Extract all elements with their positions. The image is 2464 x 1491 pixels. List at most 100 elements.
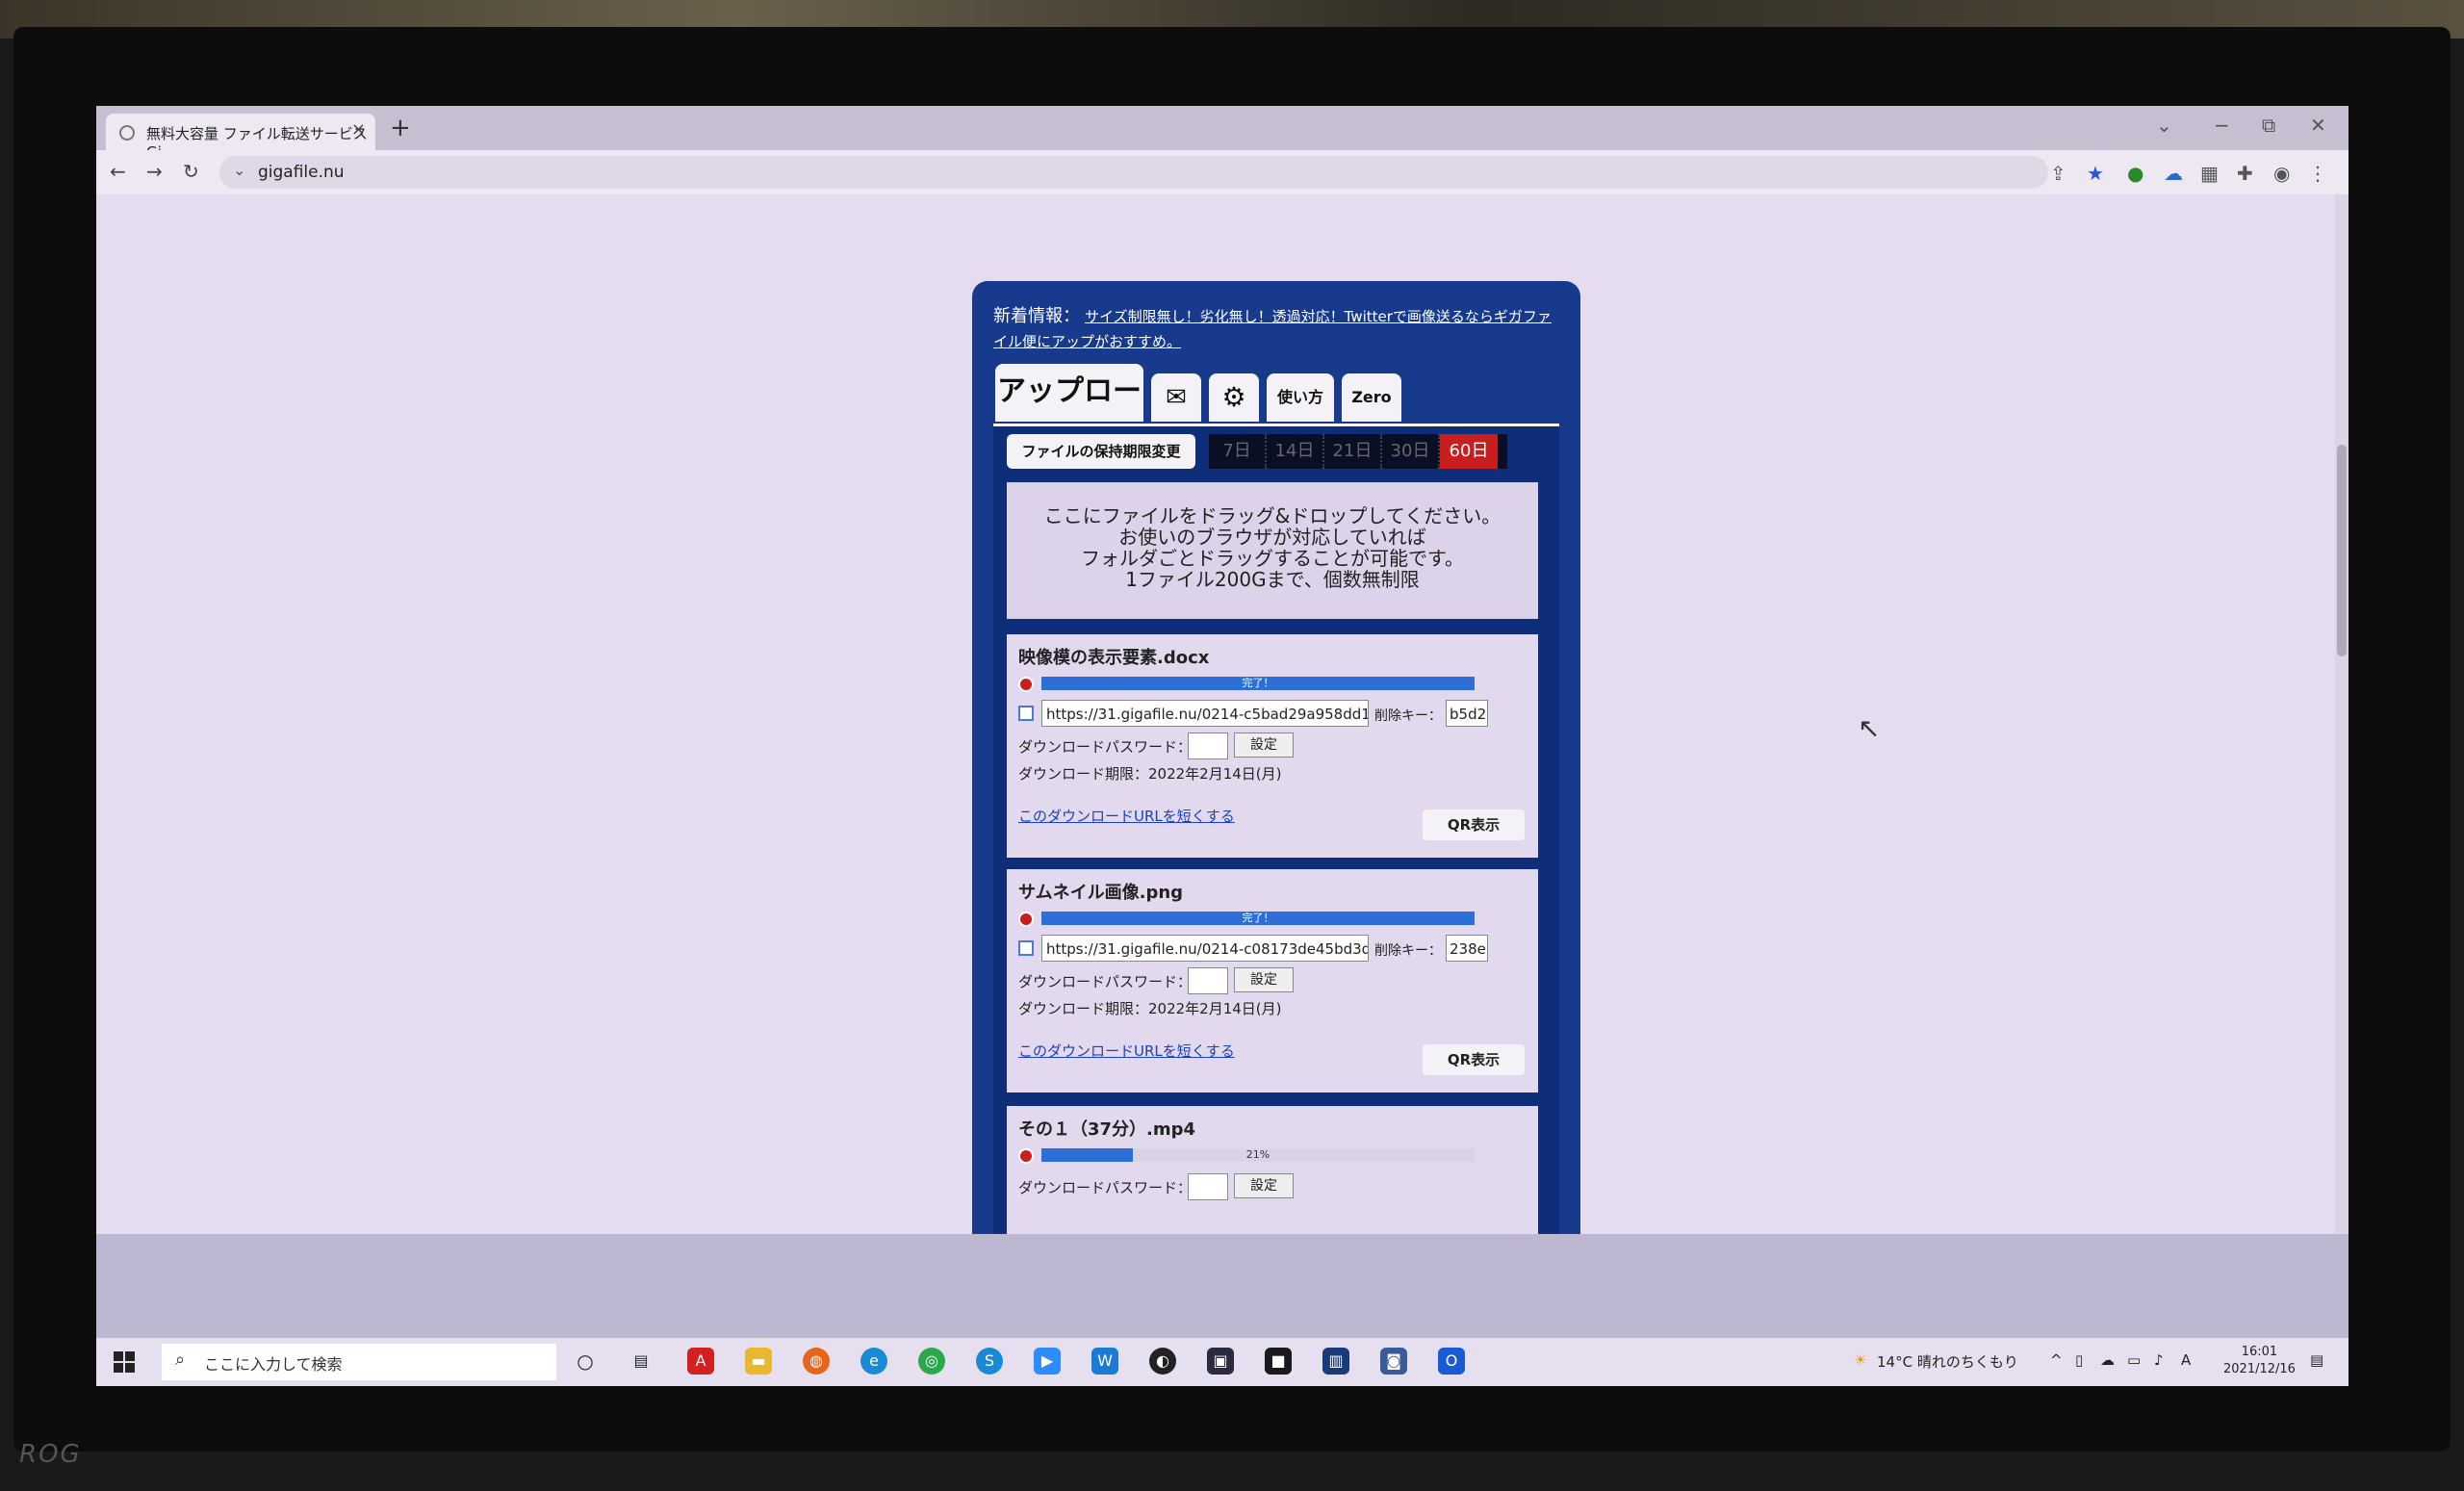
password-input[interactable] [1188, 967, 1228, 994]
terminal-icon[interactable]: ▣ [1207, 1348, 1234, 1375]
drop-zone[interactable]: ここにファイルをドラッグ&ドロップしてください。 お使いのブラウザが対応していれ… [1007, 482, 1538, 619]
weather-icon[interactable]: ☀ [1854, 1351, 1866, 1369]
windows-taskbar: ⌕ ここに入力して検索 ○ ▤ A ▬ ◍ e ◎ S ▶ W ◐ ▣ ■ ▥ … [96, 1338, 2348, 1386]
gear-icon[interactable]: ⚙ [1209, 373, 1259, 422]
notification-icon[interactable]: ▤ [2310, 1351, 2323, 1369]
extensions-puzzle-icon[interactable]: ✚ [2237, 162, 2253, 185]
obs-icon[interactable]: ◐ [1149, 1348, 1176, 1375]
firefox-icon[interactable]: ◍ [803, 1348, 830, 1375]
delete-key-field[interactable]: 238e [1446, 935, 1488, 962]
url-field[interactable]: ⌄ gigafile.nu [219, 156, 2048, 189]
day-option-30[interactable]: 30日 [1382, 434, 1440, 469]
copy-url-checkbox[interactable] [1018, 706, 1034, 721]
file-name: その１（37分）.mp4 [1018, 1119, 1196, 1140]
day-option-14[interactable]: 14日 [1267, 434, 1324, 469]
taskbar-clock[interactable]: 16:01 2021/12/16 [2223, 1344, 2296, 1378]
zoom-icon[interactable]: ▶ [1034, 1348, 1061, 1375]
network-icon[interactable]: ▭ [2127, 1351, 2141, 1369]
delete-key-label: 削除キー： [1374, 943, 1442, 959]
word-app-icon[interactable]: W [1091, 1348, 1118, 1375]
retention-change-button[interactable]: ファイルの保持期限変更 [1007, 434, 1195, 469]
set-password-button[interactable]: 設定 [1234, 1173, 1294, 1198]
expiry-text: ダウンロード期限：2022年2月14日(月) [1018, 765, 1282, 783]
ime-indicator[interactable]: A [2181, 1351, 2191, 1369]
volume-icon[interactable]: ♪ [2154, 1351, 2164, 1369]
set-password-button[interactable]: 設定 [1234, 967, 1294, 992]
drop-line-2: お使いのブラウザが対応していれば [1118, 526, 1426, 549]
skype-icon[interactable]: S [976, 1348, 1003, 1375]
password-label: ダウンロードパスワード： [1018, 973, 1193, 990]
site-info-icon[interactable]: ⌄ [233, 161, 245, 179]
qr-button[interactable]: QR表示 [1423, 1044, 1525, 1075]
media-app-icon[interactable]: ■ [1265, 1348, 1292, 1375]
reload-icon[interactable]: ↻ [183, 160, 199, 183]
set-password-button[interactable]: 設定 [1234, 733, 1294, 758]
scrollbar-thumb[interactable] [2337, 445, 2347, 656]
menu-kebab-icon[interactable]: ⋮ [2308, 162, 2327, 185]
day-option-21[interactable]: 21日 [1324, 434, 1382, 469]
password-input[interactable] [1188, 733, 1228, 759]
search-icon: ⌕ [175, 1350, 186, 1370]
share-icon[interactable]: ⇪ [2050, 162, 2066, 185]
task-view-icon[interactable]: ▤ [628, 1348, 654, 1375]
extension-green-icon[interactable]: ● [2127, 162, 2143, 185]
cloud-extension-icon[interactable]: ☁ [2164, 162, 2183, 185]
cancel-upload-icon[interactable] [1018, 1148, 1034, 1164]
shorten-url-link[interactable]: このダウンロードURLを短くする [1018, 1041, 1235, 1061]
taskbar-search-box[interactable]: ⌕ ここに入力して検索 [162, 1344, 556, 1380]
copy-url-checkbox[interactable] [1018, 940, 1034, 956]
mail-icon[interactable]: ✉ [1151, 373, 1201, 422]
cancel-upload-icon[interactable] [1018, 677, 1034, 692]
clock-time: 16:01 [2241, 1345, 2278, 1359]
download-url-field[interactable]: https://31.gigafile.nu/0214-c08173de45bd… [1041, 935, 1369, 962]
outlook-icon[interactable]: O [1438, 1348, 1465, 1375]
qr-button[interactable]: QR表示 [1423, 810, 1525, 840]
file-name: 映像模の表示要素.docx [1018, 648, 1210, 668]
camera-icon[interactable]: ◙ [1380, 1348, 1407, 1375]
news-banner: 新着情報： サイズ制限無し！劣化無し！透過対応！Twitterで画像送るならギガ… [993, 304, 1561, 354]
day-option-60[interactable]: 60日 [1440, 434, 1498, 469]
download-url-field[interactable]: https://31.gigafile.nu/0214-c5bad29a958d… [1041, 700, 1369, 727]
file-explorer-icon[interactable]: ▬ [745, 1348, 772, 1375]
delete-key-label: 削除キー： [1374, 708, 1442, 724]
mouse-cursor-icon: ↖ [1858, 712, 1881, 744]
news-label: 新着情報： [993, 306, 1080, 326]
page-scrollbar[interactable] [2335, 194, 2348, 1330]
qr-extension-icon[interactable]: ▦ [2200, 162, 2219, 185]
clock-date: 2021/12/16 [2223, 1362, 2296, 1376]
bookmark-star-icon[interactable]: ★ [2087, 162, 2104, 185]
tab-close-icon[interactable]: × [351, 119, 366, 140]
tray-app-icon[interactable]: ▯ [2075, 1351, 2083, 1369]
delete-key-field[interactable]: b5d2 [1446, 700, 1488, 727]
cancel-upload-icon[interactable] [1018, 912, 1034, 927]
day-option-7[interactable]: 7日 [1209, 434, 1267, 469]
acrobat-icon[interactable]: A [687, 1348, 714, 1375]
password-input[interactable] [1188, 1173, 1228, 1200]
shorten-url-link[interactable]: このダウンロードURLを短くする [1018, 806, 1235, 826]
expiry-text: ダウンロード期限：2022年2月14日(月) [1018, 1000, 1282, 1017]
video-editor-icon[interactable]: ▥ [1322, 1348, 1349, 1375]
close-window-button[interactable]: ✕ [2310, 114, 2326, 137]
windows-start-icon[interactable] [114, 1351, 135, 1373]
minimize-button[interactable]: − [2214, 114, 2230, 137]
password-label: ダウンロードパスワード： [1018, 738, 1193, 756]
new-tab-button[interactable]: + [390, 114, 411, 142]
tab-upload[interactable]: アップロード [995, 364, 1143, 464]
tab-howto[interactable]: 使い方 [1267, 373, 1334, 422]
tab-zero[interactable]: Zero [1342, 373, 1401, 422]
weather-text[interactable]: 14°C 晴れのちくもり [1877, 1351, 2018, 1372]
tab-search-icon[interactable]: ⌄ [2156, 114, 2172, 137]
browser-tab[interactable]: 無料大容量 ファイル転送サービス Gi × [106, 114, 375, 161]
profile-avatar-icon[interactable]: ◉ [2273, 162, 2290, 185]
back-icon[interactable]: ← [110, 160, 126, 183]
cortana-icon[interactable]: ○ [572, 1348, 599, 1375]
restore-button[interactable]: ⧉ [2262, 114, 2275, 137]
chrome-icon[interactable]: ◎ [918, 1348, 945, 1375]
onedrive-icon[interactable]: ☁ [2100, 1351, 2115, 1369]
monitor-logo: ROG [19, 1440, 82, 1469]
progress-label: 完了！ [1242, 912, 1274, 924]
tray-chevron-icon[interactable]: ^ [2050, 1351, 2063, 1369]
forward-icon[interactable]: → [146, 160, 163, 183]
edge-icon[interactable]: e [860, 1348, 887, 1375]
drop-line-3: フォルダごとドラッグすることが可能です。 [1081, 547, 1464, 570]
